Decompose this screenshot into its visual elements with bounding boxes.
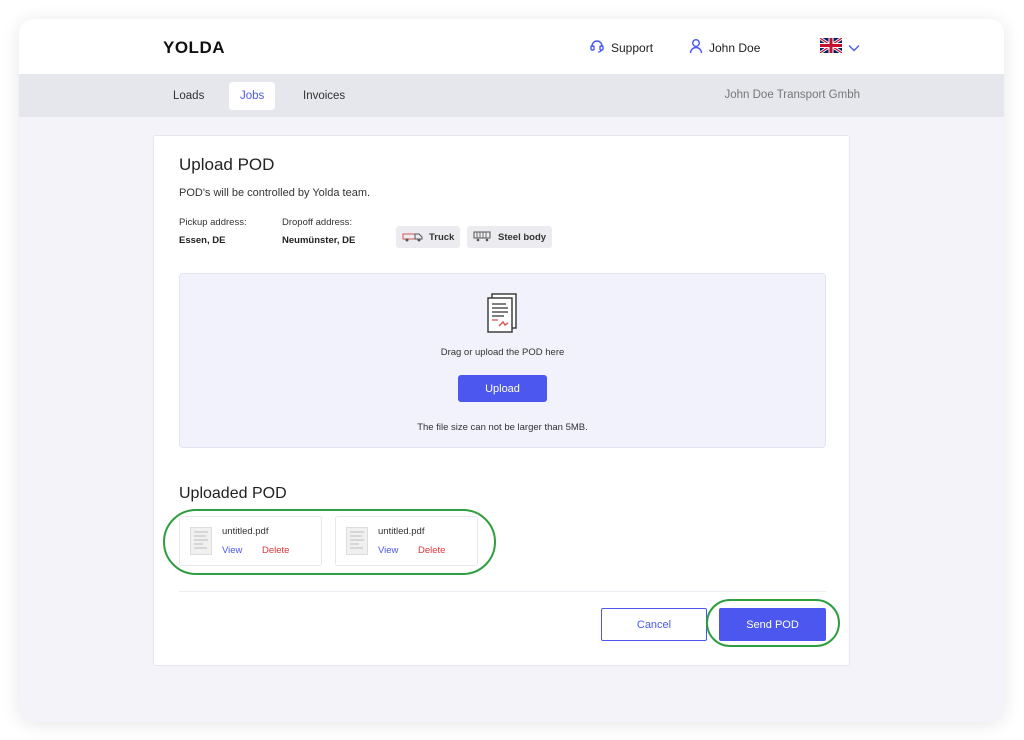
file-card: untitled.pdf View Delete	[179, 516, 322, 566]
document-icon	[486, 291, 520, 340]
uploaded-pod-title: Uploaded POD	[179, 485, 287, 502]
divider	[179, 591, 826, 592]
headset-icon	[589, 38, 605, 57]
top-bar: YOLDA Support John Doe	[19, 19, 1004, 74]
body-chip: Steel body	[467, 226, 553, 248]
language-selector[interactable]	[819, 36, 860, 58]
company-name: John Doe Transport Gmbh	[724, 89, 860, 101]
chevron-down-icon	[848, 39, 860, 57]
yolda-logo[interactable]: YOLDA	[163, 38, 225, 58]
pdf-thumbnail-icon	[346, 527, 368, 555]
cancel-button[interactable]: Cancel	[601, 608, 707, 641]
app-window: YOLDA Support John Doe Loads Jobs Invoic…	[19, 19, 1004, 722]
pickup-value: Essen, DE	[179, 235, 226, 246]
view-file-link[interactable]: View	[222, 545, 242, 556]
send-pod-button[interactable]: Send POD	[719, 608, 826, 641]
file-name: untitled.pdf	[222, 526, 269, 537]
file-size-note: The file size can not be larger than 5MB…	[417, 422, 588, 433]
page-title: Upload POD	[179, 155, 275, 174]
user-icon	[689, 38, 703, 57]
page-subtitle: POD's will be controlled by Yolda team.	[179, 187, 371, 199]
pod-dropzone[interactable]: Drag or upload the POD here Upload The f…	[179, 273, 826, 448]
tab-invoices[interactable]: Invoices	[292, 82, 356, 110]
file-name: untitled.pdf	[378, 526, 425, 537]
steel-body-icon	[473, 230, 493, 245]
vehicle-chip-label: Truck	[429, 231, 455, 243]
dropoff-value: Neumünster, DE	[282, 235, 356, 246]
tab-loads[interactable]: Loads	[162, 82, 215, 110]
body-chip-label: Steel body	[498, 231, 547, 243]
dropoff-label: Dropoff address:	[282, 217, 353, 228]
support-link[interactable]: Support	[589, 38, 653, 57]
support-label: Support	[611, 40, 654, 55]
upload-button[interactable]: Upload	[458, 375, 547, 402]
delete-file-link[interactable]: Delete	[418, 545, 445, 556]
delete-file-link[interactable]: Delete	[262, 545, 289, 556]
user-menu[interactable]: John Doe	[689, 38, 760, 57]
uk-flag-icon	[819, 36, 843, 58]
pdf-thumbnail-icon	[190, 527, 212, 555]
tab-jobs[interactable]: Jobs	[229, 82, 276, 110]
main-nav: Loads Jobs Invoices John Doe Transport G…	[19, 74, 1004, 117]
pickup-label: Pickup address:	[179, 217, 247, 228]
user-name: John Doe	[709, 40, 761, 55]
upload-pod-card: Upload POD POD's will be controlled by Y…	[153, 135, 850, 666]
file-card: untitled.pdf View Delete	[335, 516, 478, 566]
truck-icon	[402, 230, 424, 245]
dropzone-text: Drag or upload the POD here	[440, 347, 565, 358]
vehicle-chip: Truck	[396, 226, 461, 248]
view-file-link[interactable]: View	[378, 545, 398, 556]
logo-text: YOLDA	[163, 38, 225, 57]
